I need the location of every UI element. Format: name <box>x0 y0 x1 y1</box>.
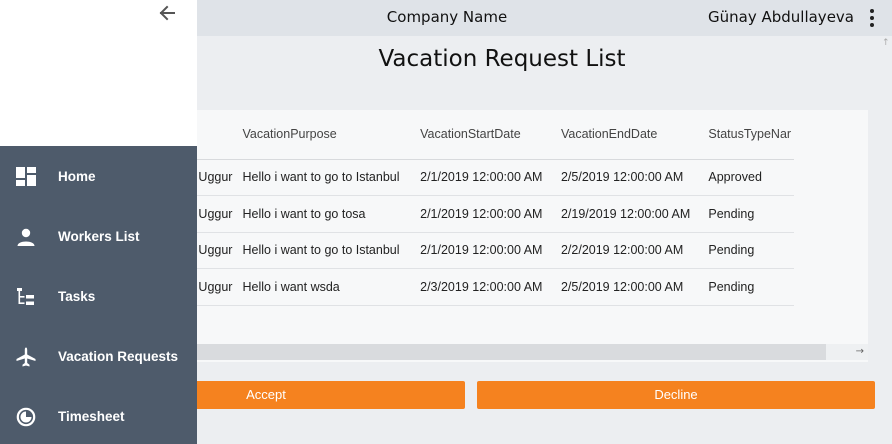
user-name[interactable]: Günay Abdullayeva <box>708 0 854 36</box>
scroll-right-icon[interactable]: → <box>856 344 864 360</box>
column-header-purpose[interactable]: VacationPurpose <box>232 110 411 160</box>
column-header-status[interactable]: StatusTypeNar <box>698 110 794 160</box>
cell-status: Pending <box>698 195 794 233</box>
sidebar-item-label: Home <box>58 169 96 184</box>
sidebar-item-vacation-requests[interactable]: Vacation Requests <box>0 327 197 387</box>
airplane-icon <box>16 347 36 367</box>
cell-start-date: 2/1/2019 12:00:00 AM <box>410 195 551 233</box>
cell-start-date: 2/1/2019 12:00:00 AM <box>410 232 551 269</box>
cell-end-date: 2/2/2019 12:00:00 AM <box>550 232 699 269</box>
sidebar-item-timesheet[interactable]: Timesheet <box>0 387 197 444</box>
cell-end-date: 2/5/2019 12:00:00 AM <box>550 159 699 196</box>
tree-list-icon <box>17 288 34 305</box>
column-header-end-date[interactable]: VacationEndDate <box>550 110 699 160</box>
cell-end-date: 2/5/2019 12:00:00 AM <box>550 268 699 306</box>
cell-end-date: 2/19/2019 12:00:00 AM <box>550 195 699 233</box>
more-options-icon[interactable] <box>870 9 874 27</box>
cell-status: Approved <box>698 159 794 196</box>
sidebar-item-workers-list[interactable]: Workers List <box>0 207 197 267</box>
sidebar-item-label: Workers List <box>58 229 140 244</box>
cell-start-date: 2/1/2019 12:00:00 AM <box>410 159 551 196</box>
sidebar-item-home[interactable]: Home <box>0 147 197 207</box>
person-icon <box>17 228 35 246</box>
decline-button[interactable]: Decline <box>477 381 875 409</box>
sidebar-header <box>0 0 197 146</box>
sidebar-item-label: Timesheet <box>58 409 125 424</box>
sidebar-nav: Home Workers List Tasks Vacation Request… <box>0 146 197 444</box>
cell-start-date: 2/3/2019 12:00:00 AM <box>410 268 551 306</box>
dashboard-icon <box>16 167 36 186</box>
page-title: Vacation Request List <box>378 46 626 72</box>
page-scrollbar[interactable]: ↑ <box>880 36 892 444</box>
cell-purpose: Hello i want wsda <box>232 268 411 306</box>
cell-purpose: Hello i want to go tosa <box>232 195 411 233</box>
cell-status: Pending <box>698 268 794 306</box>
scroll-up-icon[interactable]: ↑ <box>882 38 890 48</box>
cell-purpose: Hello i want to go to Istanbul <box>232 159 411 196</box>
sidebar-item-tasks[interactable]: Tasks <box>0 267 197 327</box>
column-header-start-date[interactable]: VacationStartDate <box>410 110 551 160</box>
clock-icon <box>16 407 36 427</box>
sidebar-item-label: Vacation Requests <box>58 349 179 364</box>
cell-purpose: Hello i want to go to Istanbul <box>232 232 411 269</box>
cell-status: Pending <box>698 232 794 269</box>
sidebar-item-label: Tasks <box>58 289 96 304</box>
back-arrow-icon[interactable] <box>157 3 177 23</box>
